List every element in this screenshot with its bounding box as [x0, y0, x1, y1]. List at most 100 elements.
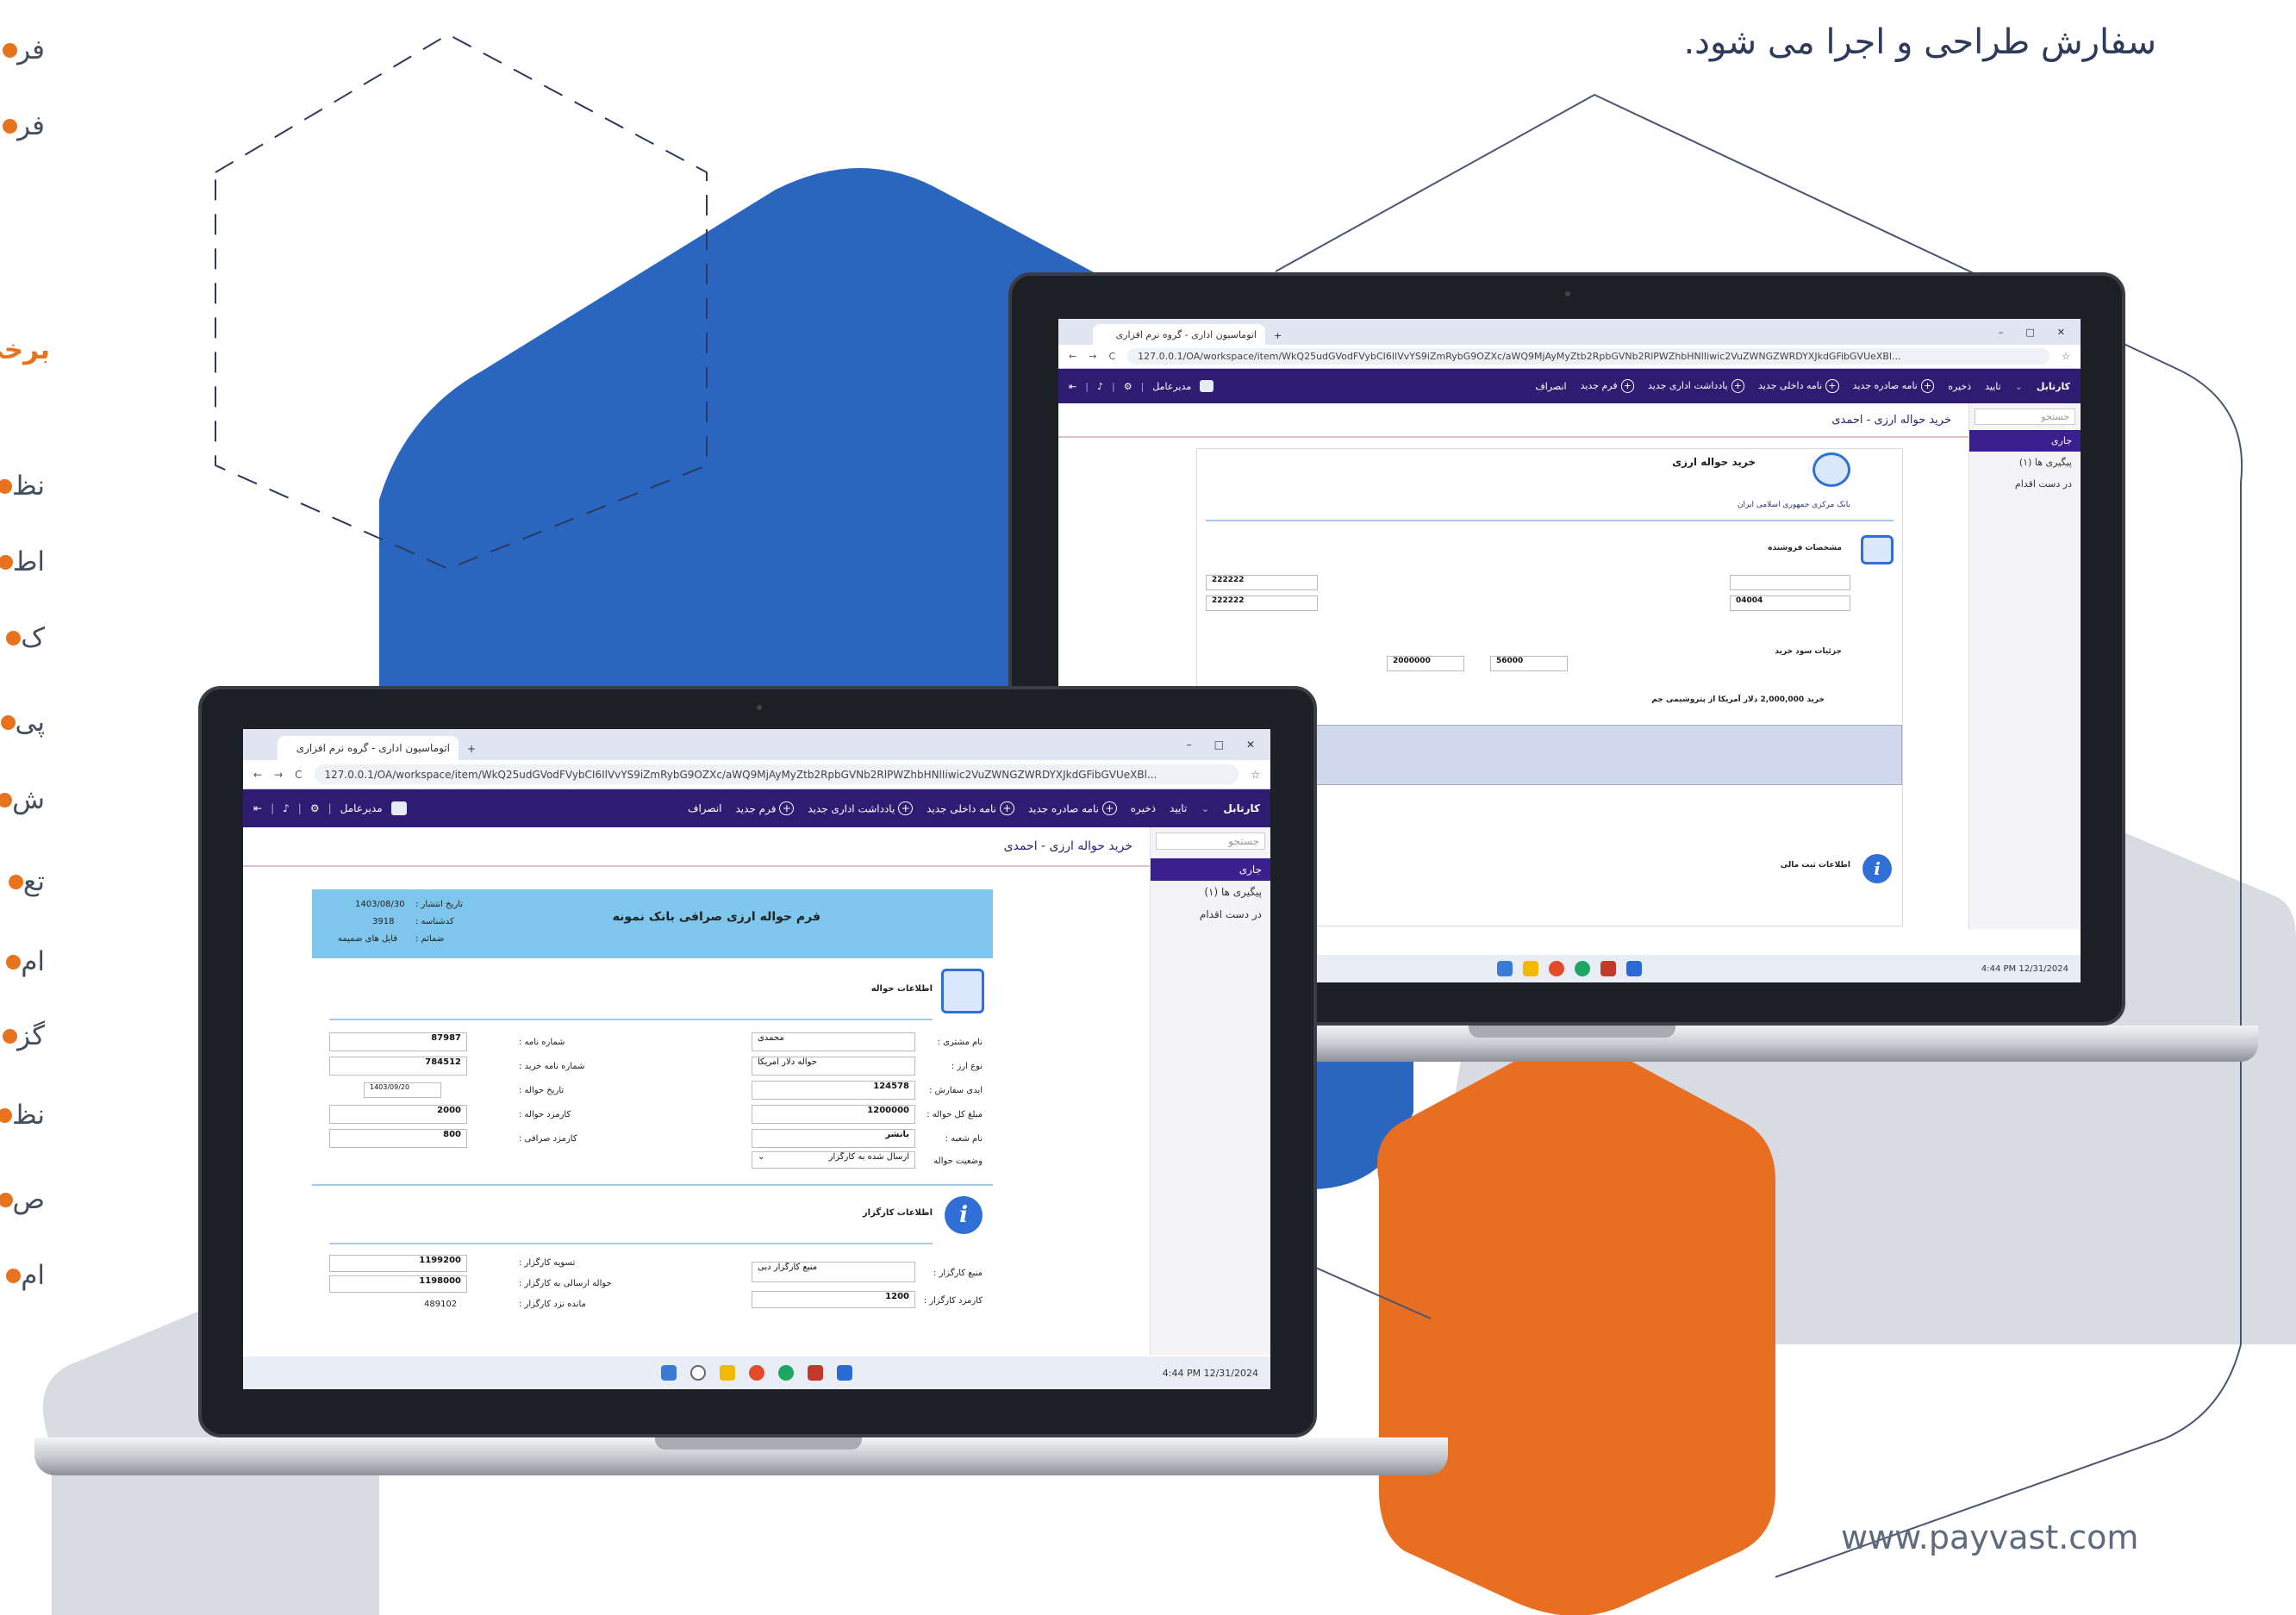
sidebar-item-in-progress[interactable]: در دست اقدام	[1151, 903, 1270, 926]
gear-icon[interactable]: ⚙	[310, 802, 320, 814]
search-icon[interactable]	[690, 1365, 706, 1381]
reload-icon[interactable]: C	[295, 769, 302, 781]
gear-icon[interactable]: ⚙	[1124, 381, 1132, 392]
order-id-label: ایدی سفارش :	[929, 1086, 983, 1095]
divider	[1206, 520, 1894, 521]
new-internal-letter-button[interactable]: +نامه داخلی جدید	[1758, 379, 1839, 393]
start-icon[interactable]	[1497, 961, 1513, 976]
new-tab-icon[interactable]: +	[1265, 330, 1290, 345]
browser-tab[interactable]: اتوماسیون اداری - گروه نرم افزاری	[278, 736, 459, 760]
sidebar-search[interactable]: جستجو	[1156, 832, 1265, 850]
forward-icon[interactable]: →	[274, 769, 283, 781]
windows-taskbar: 4:44 PM 12/31/2024	[243, 1356, 1270, 1389]
order-id-field[interactable]: 124578	[752, 1081, 915, 1100]
chrome-icon[interactable]	[778, 1365, 794, 1381]
letter-number-field[interactable]: 87987	[329, 1032, 467, 1051]
maximize-icon[interactable]: □	[1214, 739, 1224, 751]
customer-name-field[interactable]: محمدی	[752, 1032, 915, 1051]
remittance-date-field[interactable]: 1403/09/20	[364, 1082, 441, 1098]
confirm-button[interactable]: تایید	[1170, 802, 1187, 814]
new-outgoing-letter-button[interactable]: +نامه صادره جدید	[1853, 379, 1935, 393]
cancel-button[interactable]: انصراف	[688, 802, 721, 814]
exchange-fee-field[interactable]: 800	[329, 1129, 467, 1148]
word-icon[interactable]	[1626, 961, 1642, 976]
new-outgoing-letter-button[interactable]: +نامه صادره جدید	[1028, 801, 1117, 816]
currency-type-label: نوع ارز :	[951, 1062, 983, 1071]
system-clock[interactable]: 4:44 PM 12/31/2024	[1981, 964, 2068, 974]
system-clock[interactable]: 4:44 PM 12/31/2024	[1163, 1368, 1258, 1379]
new-form-button[interactable]: +فرم جدید	[1581, 379, 1635, 393]
minimize-icon[interactable]: –	[1999, 327, 2004, 338]
total-amount-field[interactable]: 1200000	[752, 1105, 915, 1124]
pdf-icon[interactable]	[1600, 961, 1616, 976]
camera	[757, 705, 762, 710]
minimize-icon[interactable]: –	[1187, 739, 1192, 751]
remittance-fee-field[interactable]: 2000	[329, 1105, 467, 1124]
user-name[interactable]: مدیرعامل	[1152, 381, 1191, 392]
code-field[interactable]: 04004	[1730, 595, 1850, 611]
confirm-button[interactable]: تایید	[1985, 381, 2001, 392]
sidebar-item-current[interactable]: جاری	[1969, 430, 2081, 452]
bell-icon[interactable]: ♪	[283, 802, 290, 814]
start-icon[interactable]	[661, 1365, 677, 1381]
chrome-icon[interactable]	[1575, 961, 1590, 976]
new-internal-letter-button[interactable]: +نامه داخلی جدید	[927, 801, 1014, 816]
close-icon[interactable]: ✕	[2057, 327, 2065, 338]
amount-field[interactable]: 56000	[1490, 656, 1568, 671]
user-name[interactable]: مدیرعامل	[340, 802, 383, 814]
agent-source-label: منبع کارگزار :	[933, 1269, 983, 1278]
sidebar-item-followups[interactable]: پیگیری ها (۱)	[1969, 452, 2081, 473]
agent-settlement-field[interactable]: 1199200	[329, 1255, 467, 1272]
branch-name-field[interactable]: بانشر	[752, 1129, 915, 1148]
back-icon[interactable]: ←	[1069, 351, 1076, 362]
new-memo-button[interactable]: +یادداشت اداری جدید	[1648, 379, 1745, 393]
summary-text: خرید 2,000,000 دلار آمریکا از پتروشیمی ج…	[1651, 695, 1825, 704]
close-icon[interactable]: ✕	[1246, 739, 1255, 751]
currency-type-field[interactable]: حواله دلار امریکا	[752, 1057, 915, 1076]
logout-icon[interactable]: ⇤	[1069, 381, 1076, 392]
browser-tab[interactable]: اتوماسیون اداری - گروه نرم افزاری	[1093, 324, 1265, 345]
browser-icon[interactable]	[749, 1365, 764, 1381]
reload-icon[interactable]: C	[1108, 351, 1115, 362]
divider	[312, 1184, 993, 1186]
save-button[interactable]: ذخیره	[1131, 802, 1156, 814]
seller-name-field[interactable]	[1730, 575, 1850, 590]
word-icon[interactable]	[837, 1365, 852, 1381]
sidebar-item-followups[interactable]: پیگیری ها (۱)	[1151, 881, 1270, 903]
status-select[interactable]: ارسال شده به کارگزار ⌄	[752, 1151, 915, 1169]
agent-fee-field[interactable]: 1200	[752, 1291, 915, 1308]
new-tab-icon[interactable]: +	[459, 743, 484, 760]
cartable-menu[interactable]: کارتابل	[1223, 802, 1260, 814]
website-url[interactable]: www.payvast.com	[1841, 1518, 2138, 1556]
url-field[interactable]: 127.0.0.1/OA/workspace/item/WkQ25udGVodF…	[1127, 348, 2050, 365]
browser-tabstrip: اتوماسیون اداری - گروه نرم افزاری + – □ ✕	[1058, 319, 2081, 345]
folder-icon[interactable]	[720, 1365, 735, 1381]
pdf-icon[interactable]	[808, 1365, 823, 1381]
divider	[329, 1243, 933, 1244]
sidebar-search[interactable]: جستجو	[1975, 408, 2075, 425]
price-field[interactable]: 2000000	[1387, 656, 1464, 671]
agent-source-field[interactable]: منبع کارگزار دبی	[752, 1262, 915, 1282]
bell-icon[interactable]: ♪	[1097, 381, 1103, 392]
cancel-button[interactable]: انصراف	[1535, 381, 1566, 392]
cartable-menu[interactable]: کارتابل	[2037, 381, 2070, 392]
browser-icon[interactable]	[1549, 961, 1564, 976]
save-button[interactable]: ذخیره	[1948, 381, 1971, 392]
star-icon[interactable]: ☆	[1251, 769, 1260, 781]
sidebar-item-current[interactable]: جاری	[1151, 858, 1270, 881]
new-memo-button[interactable]: +یادداشت اداری جدید	[808, 801, 914, 816]
maximize-icon[interactable]: □	[2025, 327, 2034, 338]
back-icon[interactable]: ←	[253, 769, 262, 781]
url-field[interactable]: 127.0.0.1/OA/workspace/item/WkQ25udGVodF…	[314, 764, 1239, 785]
folder-icon[interactable]	[1523, 961, 1538, 976]
logout-icon[interactable]: ⇤	[253, 802, 262, 814]
sent-to-agent-field[interactable]: 1198000	[329, 1275, 467, 1293]
forward-icon[interactable]: →	[1089, 351, 1096, 362]
sidebar-item-in-progress[interactable]: در دست اقدام	[1969, 473, 2081, 495]
id-field[interactable]: 222222	[1206, 595, 1318, 611]
purchase-letter-field[interactable]: 784512	[329, 1057, 467, 1076]
status-label: وضعیت حواله	[933, 1157, 983, 1166]
national-id-field[interactable]: 222222	[1206, 575, 1318, 590]
new-form-button[interactable]: +فرم جدید	[736, 801, 795, 816]
star-icon[interactable]: ☆	[2062, 351, 2070, 362]
